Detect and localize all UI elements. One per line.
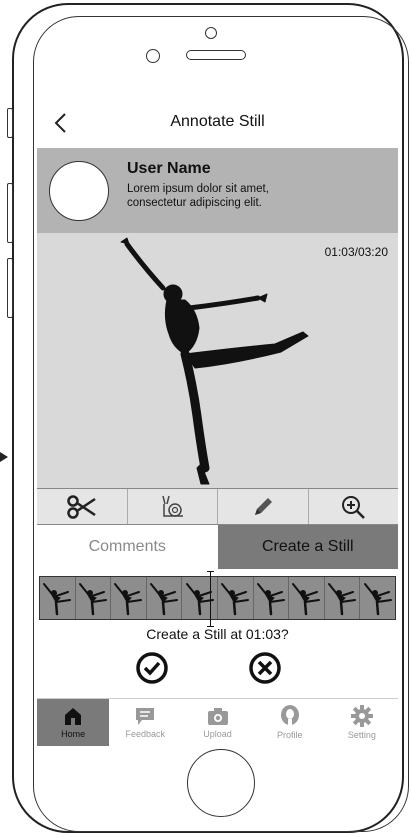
pointer-arrow	[0, 452, 8, 462]
filmstrip-frame[interactable]	[76, 577, 112, 619]
dancer-silhouette-image	[120, 237, 309, 485]
user-header: User Name Lorem ipsum dolor sit amet, co…	[37, 148, 398, 233]
filmstrip-frame[interactable]	[218, 577, 254, 619]
dancer-thumbnail-icon	[363, 583, 392, 616]
gear-icon	[350, 705, 373, 727]
dancer-thumbnail-icon	[43, 583, 72, 616]
filmstrip-frame[interactable]	[289, 577, 325, 619]
side-button-volume-down	[7, 258, 13, 318]
filmstrip-scrubber[interactable]	[207, 571, 214, 627]
slow-motion-tool[interactable]	[128, 489, 218, 524]
nav-setting[interactable]: Setting	[326, 699, 398, 746]
filmstrip-frame[interactable]	[360, 577, 395, 619]
check-circle-icon	[136, 652, 168, 684]
nav-feedback[interactable]: Feedback	[109, 699, 181, 746]
nav-feedback-label: Feedback	[125, 729, 166, 739]
nav-upload[interactable]: Upload	[181, 699, 253, 746]
nav-home[interactable]: Home	[37, 699, 110, 746]
nav-upload-label: Upload	[203, 729, 232, 739]
draw-tool[interactable]	[218, 489, 309, 524]
cancel-button[interactable]	[248, 651, 282, 685]
video-filmstrip[interactable]	[39, 576, 396, 620]
side-button-volume-up	[7, 183, 13, 243]
zoom-tool[interactable]	[309, 489, 399, 524]
pencil-icon	[254, 497, 272, 515]
filmstrip-frame[interactable]	[254, 577, 290, 619]
avatar[interactable]	[49, 161, 109, 221]
video-timestamp: 01:03/03:20	[324, 245, 388, 259]
snail-icon	[162, 495, 184, 517]
filmstrip-frame[interactable]	[325, 577, 361, 619]
trim-tool[interactable]	[37, 489, 128, 524]
bottom-navigation: Home Feedback Upload Profile Setting	[37, 698, 398, 746]
filmstrip-frame[interactable]	[111, 577, 147, 619]
app-bar: Annotate Still	[37, 98, 398, 148]
tab-comments[interactable]: Comments	[37, 525, 218, 569]
page-title: Annotate Still	[170, 113, 265, 130]
filmstrip-frame[interactable]	[40, 577, 76, 619]
chat-icon	[136, 708, 155, 725]
confirm-button[interactable]	[135, 651, 169, 685]
speaker-grille	[186, 50, 246, 60]
dancer-thumbnail-icon	[150, 583, 179, 616]
dancer-thumbnail-icon	[78, 583, 107, 616]
x-circle-icon	[249, 652, 281, 684]
nav-profile-label: Profile	[276, 730, 303, 740]
filmstrip-frame[interactable]	[147, 577, 183, 619]
filmstrip-frame[interactable]	[182, 577, 218, 619]
app-screen: Annotate Still User Name Lorem ipsum dol…	[37, 98, 398, 746]
home-icon	[65, 708, 82, 725]
tab-bar: Comments Create a Still	[37, 525, 398, 569]
annotation-toolbar	[37, 488, 398, 525]
scissors-icon	[67, 494, 96, 519]
front-camera	[146, 49, 160, 63]
profile-icon	[280, 705, 299, 727]
tab-create-still[interactable]: Create a Still	[217, 525, 398, 569]
nav-home-label: Home	[61, 729, 86, 739]
dancer-thumbnail-icon	[328, 583, 357, 616]
user-name: User Name	[127, 160, 211, 177]
user-description: Lorem ipsum dolor sit amet, consectetur …	[127, 183, 269, 209]
nav-setting-label: Setting	[347, 730, 376, 740]
side-button-mute	[7, 108, 13, 138]
dancer-thumbnail-icon	[114, 583, 143, 616]
create-still-question: Create a Still at 01:03?	[146, 626, 289, 642]
zoom-in-icon	[342, 495, 366, 519]
nav-profile[interactable]: Profile	[254, 699, 326, 746]
dancer-thumbnail-icon	[292, 583, 321, 616]
dancer-thumbnail-icon	[256, 583, 285, 616]
video-player[interactable]: 01:03/03:20	[37, 233, 398, 488]
camera-icon	[207, 708, 228, 725]
home-hardware-button[interactable]	[187, 749, 255, 817]
dancer-thumbnail-icon	[221, 583, 250, 616]
front-sensor	[205, 27, 217, 39]
